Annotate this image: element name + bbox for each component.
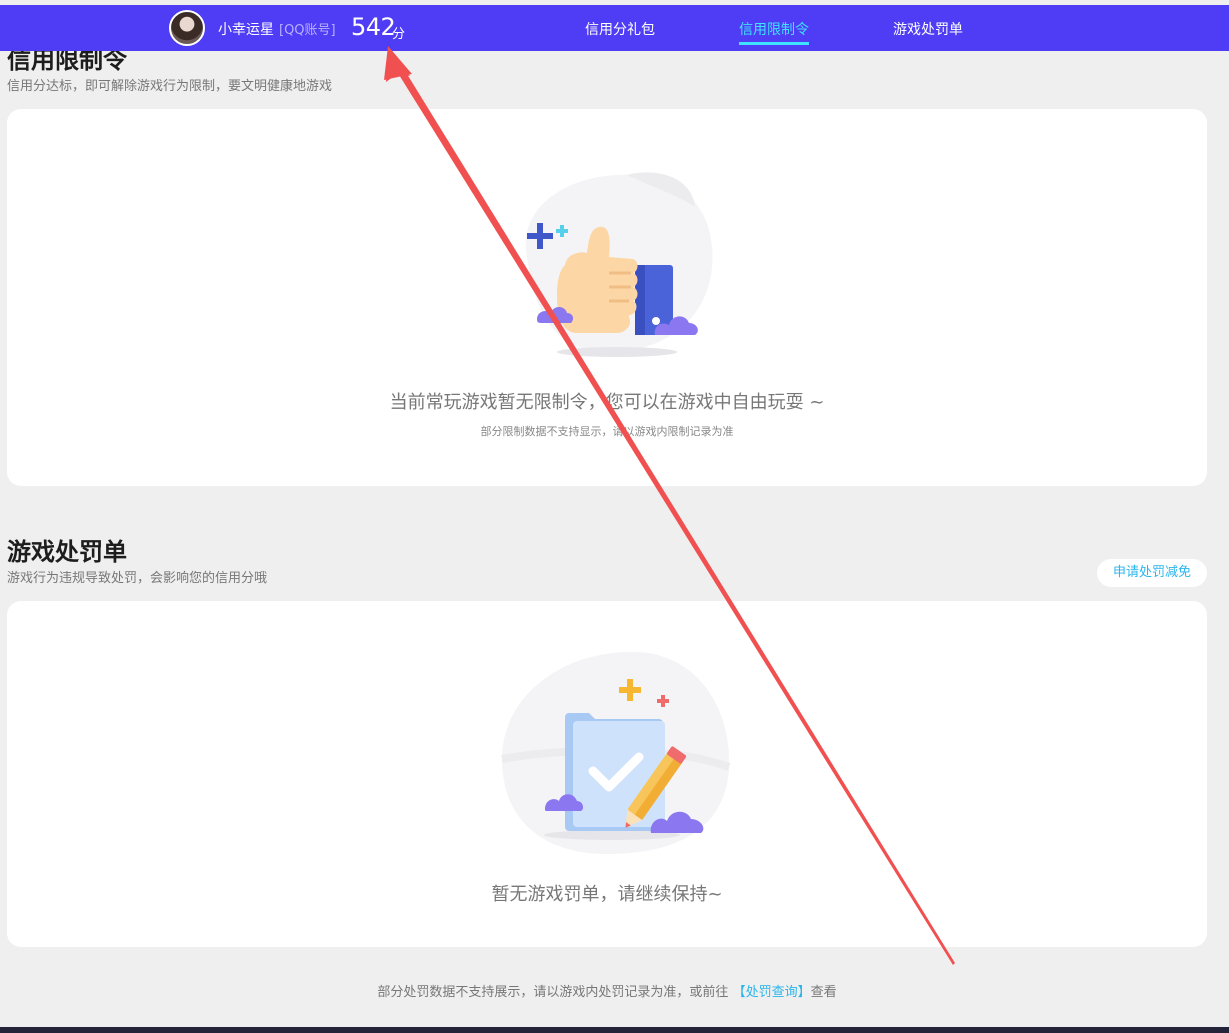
bottom-bar	[0, 1027, 1229, 1033]
footer-note-suffix: 查看	[810, 985, 837, 1000]
active-tab-indicator	[739, 42, 809, 45]
page: 信用限制令 信用分达标，即可解除游戏行为限制，要文明健康地游戏 当前常玩游戏暂无…	[0, 0, 1229, 1033]
document-check-illustration	[501, 651, 731, 854]
penalty-footer-note: 部分处罚数据不支持展示，请以游戏内处罚记录为准，或前往 【处罚查询】查看	[0, 981, 1214, 1000]
account-type: [QQ账号]	[279, 23, 336, 38]
tab-game-penalty[interactable]: 游戏处罚单	[893, 19, 963, 39]
tab-credit-gift[interactable]: 信用分礼包	[585, 19, 655, 39]
penalty-query-link[interactable]: 【处罚查询】	[733, 985, 811, 1000]
apply-penalty-reduction-button[interactable]: 申请处罚减免	[1097, 559, 1207, 587]
penalty-empty-text: 暂无游戏罚单，请继续保持~	[491, 884, 723, 905]
penalty-card: 暂无游戏罚单，请继续保持~	[7, 601, 1207, 947]
user-avatar[interactable]	[169, 10, 205, 46]
restriction-section-subtitle: 信用分达标，即可解除游戏行为限制，要文明健康地游戏	[7, 79, 333, 94]
top-nav: 小幸运星 [QQ账号] 542 分 信用分礼包 信用限制令 游戏处罚单	[0, 5, 1229, 51]
penalty-section-subtitle: 游戏行为违规导致处罚，会影响您的信用分哦	[7, 571, 268, 586]
credit-score: 542	[351, 13, 396, 41]
restriction-empty-text: 当前常玩游戏暂无限制令，您可以在游戏中自由玩耍 ~	[389, 392, 825, 413]
restriction-empty-note: 部分限制数据不支持显示，请以游戏内限制记录为准	[480, 425, 734, 438]
tab-credit-restriction[interactable]: 信用限制令	[739, 19, 809, 39]
thumbs-up-illustration	[525, 172, 713, 357]
restriction-card: 当前常玩游戏暂无限制令，您可以在游戏中自由玩耍 ~ 部分限制数据不支持显示，请以…	[7, 109, 1207, 486]
username: 小幸运星	[218, 22, 274, 38]
footer-note-prefix: 部分处罚数据不支持展示，请以游戏内处罚记录为准，或前往	[377, 985, 729, 1000]
penalty-section-title: 游戏处罚单	[7, 538, 127, 566]
credit-score-unit: 分	[392, 27, 406, 42]
